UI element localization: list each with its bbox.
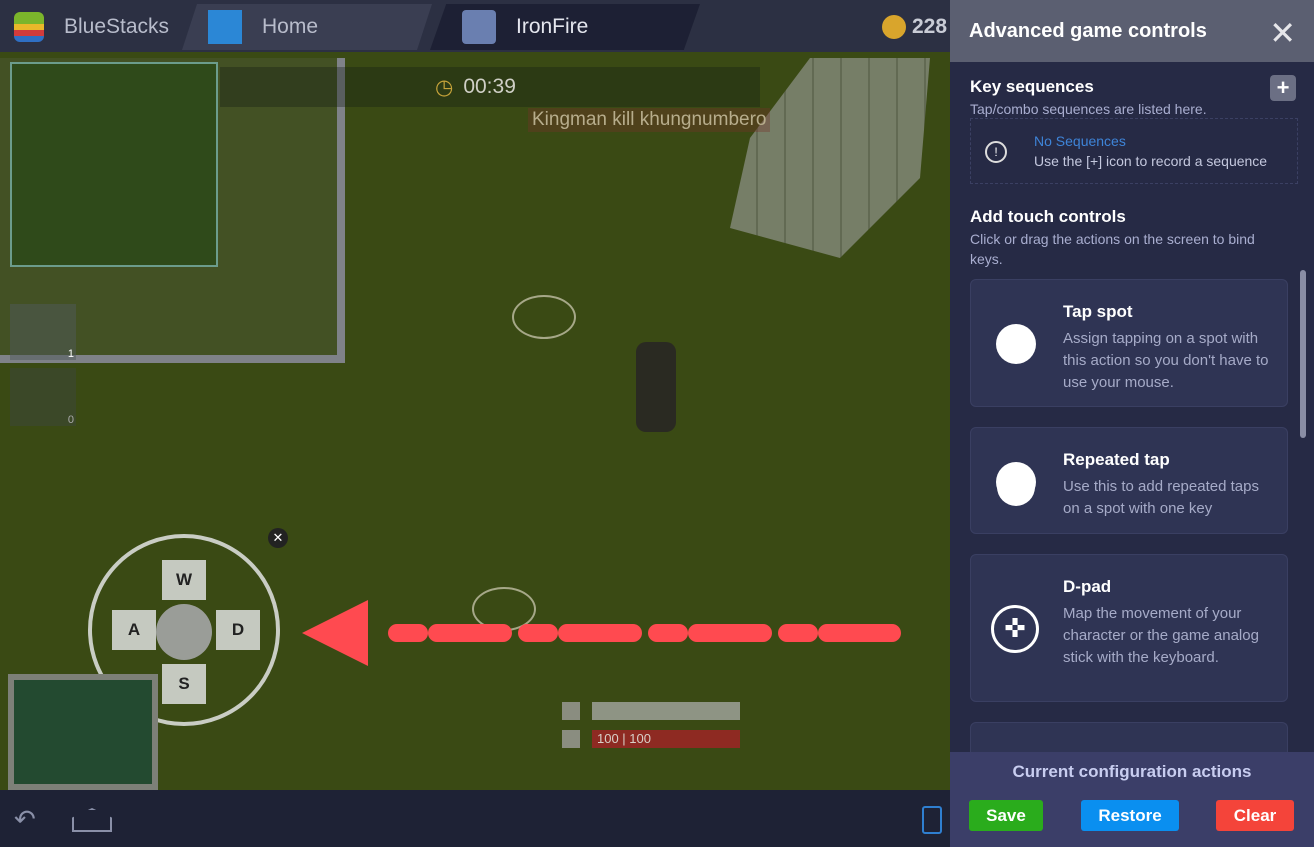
coin-balance[interactable]: 228 [882,4,947,50]
shield-icon [562,702,580,720]
restore-button[interactable]: Restore [1081,800,1179,831]
config-actions-footer: Current configuration actions Save Resto… [950,752,1314,847]
scrollbar[interactable] [1300,270,1306,438]
panel-title: Advanced game controls [950,0,1314,62]
card-title: Repeated tap [1063,450,1170,469]
stacked-circle-icon [996,462,1036,502]
item-slot-backpack[interactable]: 0 [10,368,76,426]
key-s[interactable]: S [162,664,206,704]
armor-bar [592,702,740,720]
item-count: 1 [67,348,74,360]
tab-label: Home [262,15,319,38]
coin-icon [882,15,906,39]
health-bar: 100 | 100 [592,730,740,748]
minimap [10,62,218,267]
match-timer: ◷ 00:39 [220,67,760,107]
timer-value: 00:39 [463,75,516,98]
player-character [636,342,676,432]
no-sequences-label: No Sequences [1034,133,1126,149]
weapon-pickup[interactable] [512,295,576,339]
more-card[interactable] [970,722,1288,752]
app-name: BlueStacks [64,15,170,38]
footer-title: Current configuration actions [1012,762,1252,781]
health-plus-icon [562,730,580,748]
remove-dpad-icon[interactable]: ✕ [268,528,288,548]
key-sequences-title: Key sequences [970,77,1094,96]
game-view[interactable]: ◷ 00:39 Kingman kill khungnumbero 1 0 W A… [0,52,950,790]
kill-feed: Kingman kill khungnumbero [528,108,771,132]
item-slot-grenade[interactable]: 1 [10,304,76,360]
building-corner [8,674,158,790]
touch-controls-title: Add touch controls [970,207,1126,226]
tab-ironfire[interactable]: IronFire [430,4,700,50]
advanced-game-controls-panel: Advanced game controls ✕ Key sequences +… [950,0,1314,847]
tap-spot-card[interactable]: Tap spot Assign tapping on a spot with t… [970,279,1288,407]
sequence-list: ! No Sequences Use the [+] icon to recor… [970,118,1298,184]
bluestacks-logo-icon [14,12,44,42]
close-icon[interactable]: ✕ [1269,14,1296,52]
key-sequences-subtitle: Tap/combo sequences are listed here. [970,101,1207,117]
rock-wall [730,58,930,258]
home-nav-icon[interactable] [72,808,112,832]
circle-icon [996,324,1036,364]
key-a[interactable]: A [112,610,156,650]
back-icon[interactable]: ↶ [14,804,36,835]
title-bar: BlueStacks Home IronFire 228 [0,0,950,52]
game-icon [462,10,496,44]
sequence-icon: ! [985,141,1007,163]
coin-count: 228 [912,15,948,38]
card-title: Tap spot [1063,302,1133,321]
tab-label: IronFire [516,15,589,38]
red-dashed-arrow-icon [302,600,901,666]
dpad-card[interactable]: ✜ D-pad Map the movement of your charact… [970,554,1288,702]
android-nav-bar: ↶ [0,790,950,847]
repeated-tap-card[interactable]: Repeated tap Use this to add repeated ta… [970,427,1288,534]
touch-controls-subtitle: Click or drag the actions on the screen … [970,231,1255,267]
sequence-hint: Use the [+] icon to record a sequence [1034,153,1268,169]
card-desc: Use this to add repeated taps on a spot … [1063,478,1259,517]
card-desc: Map the movement of your character or th… [1063,605,1259,666]
clear-button[interactable]: Clear [1216,800,1294,831]
home-icon [208,10,242,44]
add-sequence-button[interactable]: + [1270,75,1296,101]
clock-icon: ◷ [435,75,454,99]
save-button[interactable]: Save [969,800,1043,831]
dpad-center [156,604,212,660]
dpad-icon: ✜ [991,605,1039,653]
lock-icon[interactable] [922,806,942,834]
key-w[interactable]: W [162,560,206,600]
item-count: 0 [67,414,74,426]
card-desc: Assign tapping on a spot with this actio… [1063,330,1269,391]
key-d[interactable]: D [216,610,260,650]
tab-home[interactable]: Home [182,4,432,50]
card-title: D-pad [1063,577,1112,596]
